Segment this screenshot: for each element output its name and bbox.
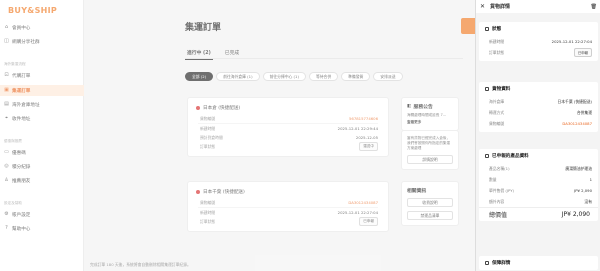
section-title-text: 狀態 <box>492 27 502 32</box>
product-name: 廣湯簡油护理油 <box>565 165 592 171</box>
row-label: 單件售價 (JPY) <box>489 187 515 193</box>
detail-row: 產品名稱(1) 廣湯簡油护理油 <box>479 163 598 174</box>
box-icon <box>485 87 489 91</box>
detail-row: 海外倉庫 日本千葉 (快捷配送) <box>479 96 598 107</box>
status-badge: 已申報 <box>573 48 592 57</box>
close-icon[interactable]: ✕ <box>480 3 485 10</box>
total-label: 總價值 <box>489 212 508 219</box>
row-label: 產品名稱(1) <box>489 165 510 171</box>
unit-price: JP¥ 2,090 <box>574 188 592 193</box>
section-title: 貨物資料 <box>479 82 598 96</box>
insurance-section[interactable]: 保障詳情 <box>479 256 598 270</box>
declared-products-section: 已申報的產品資料 產品名稱(1) 廣湯簡油护理油 數量 1 單件售價 (JPY)… <box>479 149 598 221</box>
section-title-text: 貨物資料 <box>492 87 511 92</box>
section-title: 狀態 <box>479 22 598 36</box>
document-icon <box>485 154 489 158</box>
cargo-detail-drawer: ✕ 貨物詳情 🗑 狀態 新建時間 2025-12-01 22:27:04 訂單狀… <box>475 0 600 271</box>
trash-icon[interactable]: 🗑 <box>591 4 597 10</box>
detail-row: 額外內容 沒有 <box>479 196 598 207</box>
row-label: 數量 <box>489 176 497 182</box>
detail-row: 訂單狀態 已申報 <box>479 47 598 58</box>
row-label: 貨物編號 <box>489 120 505 126</box>
drawer-title: 貨物詳情 <box>490 4 511 10</box>
shipping-method: 合併集運 <box>576 109 592 115</box>
row-label: 訂單狀態 <box>489 49 505 55</box>
detail-row: 貨物編號 DA3012434087 <box>479 118 598 129</box>
total-row: 總價值 JP¥ 2,090 <box>479 207 598 221</box>
cargo-section: 貨物資料 海外倉庫 日本千葉 (快捷配送) 轉運方式 合併集運 貨物編號 DA3… <box>479 82 598 132</box>
detail-row: 數量 1 <box>479 174 598 185</box>
tracking-number[interactable]: DA3012434087 <box>562 121 592 126</box>
section-title: 已申報的產品資料 <box>479 149 598 163</box>
detail-row: 單件售價 (JPY) JP¥ 2,090 <box>479 185 598 196</box>
warehouse-value: 日本千葉 (快捷配送) <box>557 98 592 104</box>
row-label: 額外內容 <box>489 198 505 204</box>
row-label: 轉運方式 <box>489 109 505 115</box>
status-icon <box>485 27 489 31</box>
modal-overlay[interactable] <box>0 0 475 271</box>
total-value: JP¥ 2,090 <box>561 211 590 218</box>
detail-row: 新建時間 2025-12-01 22:27:04 <box>479 36 598 47</box>
detail-row: 轉運方式 合併集運 <box>479 107 598 118</box>
status-section: 狀態 新建時間 2025-12-01 22:27:04 訂單狀態 已申報 <box>479 22 598 61</box>
section-title: 保障詳情 <box>479 256 598 270</box>
section-title-text: 已申報的產品資料 <box>492 154 529 159</box>
row-label: 海外倉庫 <box>489 98 505 104</box>
row-label: 新建時間 <box>489 38 505 44</box>
quantity: 1 <box>589 177 592 182</box>
extra-content: 沒有 <box>584 198 592 204</box>
shield-icon <box>485 261 489 265</box>
drawer-header: ✕ 貨物詳情 🗑 <box>476 0 600 13</box>
created-time: 2025-12-01 22:27:04 <box>551 39 592 44</box>
section-title-text: 保障詳情 <box>492 261 511 266</box>
